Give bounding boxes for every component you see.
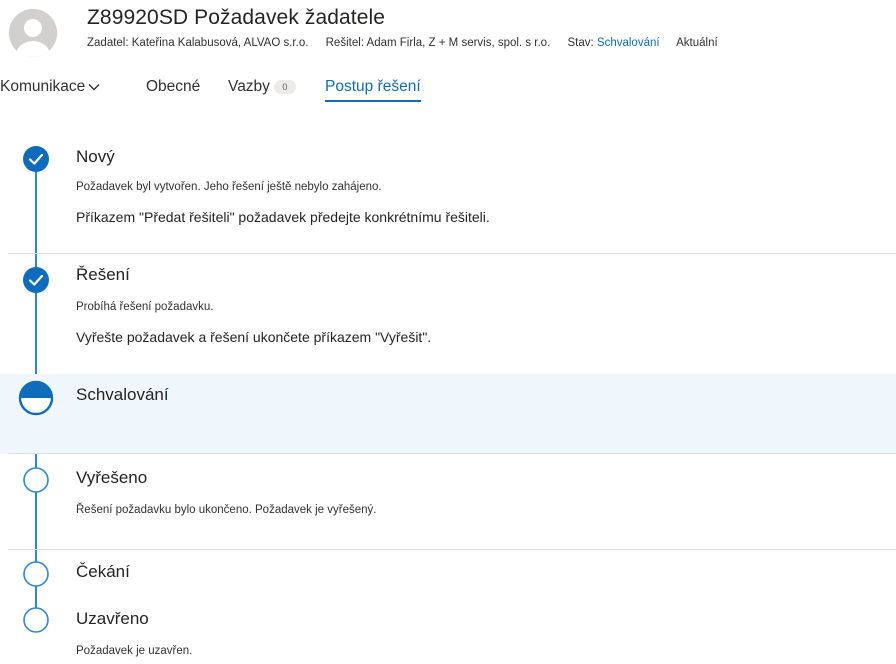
timeline-step-vyreseno: Vyřešeno Řešení požadavku bylo ukončeno.… [0,454,896,550]
tab-label: Vazby [228,78,270,95]
tab-label: Postup řešení [325,78,421,95]
tab-obecne[interactable]: Obecné [146,78,200,96]
trailing-label: Aktuální [676,37,718,49]
tab-label: Komunikace [0,78,86,96]
empty-circle-icon [22,606,50,634]
tab-vazby[interactable]: Vazby 0 [228,78,296,96]
timeline-step-uzavreno: Uzavřeno Požadavek je uzavřen. [0,594,896,664]
chevron-down-icon [88,78,100,96]
tab-label: Obecné [146,78,201,95]
step-title: Nový [76,147,115,166]
request-meta: Žadatel: Kateřina Kalabusová, ALVAO s.r.… [87,37,896,49]
solver-value: Adam Firla, Z + M servis, spol. s r.o. [366,37,551,49]
status-label: Stav: [567,37,594,49]
step-title: Vyřešeno [76,468,148,487]
request-header: Z89920SD Požadavek žadatele Žadatel: Kat… [0,0,896,64]
step-title: Schvalování [76,385,169,404]
step-title: Uzavřeno [76,609,149,628]
checkmark-circle-icon [22,266,50,294]
timeline-step-schvalovani: Schvalování [0,374,896,454]
timeline-step-novy: Nový Požadavek byl vytvořen. Jeho řešení… [0,124,896,254]
step-instruction: Příkazem "Předat řešiteli" požadavek pře… [76,209,490,225]
checkmark-circle-icon [22,145,50,173]
empty-circle-icon [22,466,50,494]
resolution-timeline: Nový Požadavek byl vytvořen. Jeho řešení… [0,124,896,664]
step-description: Požadavek byl vytvořen. Jeho řešení ješt… [76,181,382,193]
step-description: Probíhá řešení požadavku. [76,301,214,313]
step-description: Řešení požadavku bylo ukončeno. Požadave… [76,504,377,516]
step-description: Požadavek je uzavřen. [76,645,193,657]
status-link[interactable]: Schvalování [597,37,660,49]
step-instruction: Vyřešte požadavek a řešení ukončete přík… [76,329,432,345]
empty-circle-icon [22,560,50,588]
step-title: Čekání [76,562,130,581]
page-title: Z89920SD Požadavek žadatele [87,6,386,29]
timeline-step-cekani: Čekání [0,550,896,594]
requester-label: Žadatel: [87,37,129,49]
tab-postup-reseni[interactable]: Postup řešení [325,78,421,102]
tab-komunikace[interactable]: Komunikace [0,78,100,96]
count-badge: 0 [273,79,296,94]
half-filled-circle-icon [18,380,54,416]
person-icon [9,9,57,57]
timeline-step-reseni: Řešení Probíhá řešení požadavku. Vyřešte… [0,254,896,374]
step-title: Řešení [76,265,130,284]
requester-value: Kateřina Kalabusová, ALVAO s.r.o. [131,37,309,49]
solver-label: Řešitel: [325,37,364,49]
